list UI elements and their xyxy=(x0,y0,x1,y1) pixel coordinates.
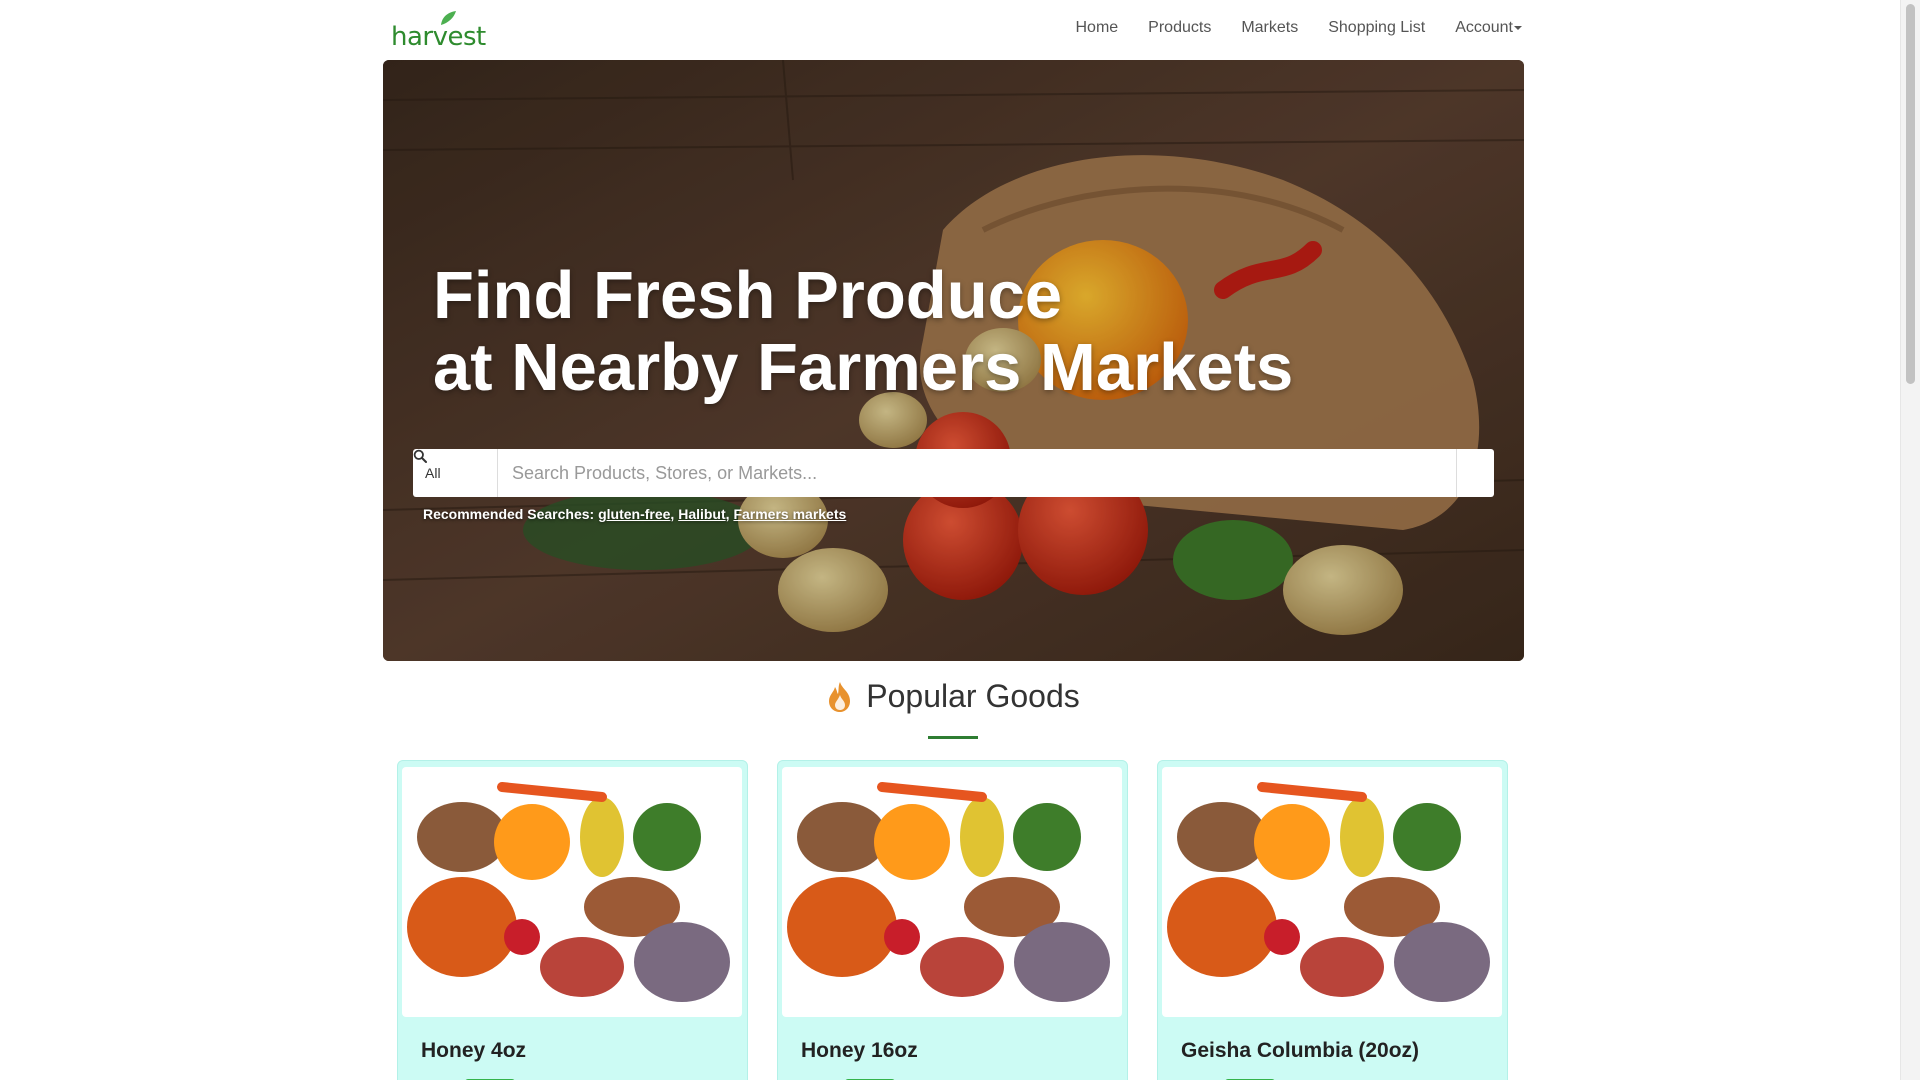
recommended-link-farmers-markets[interactable]: Farmers markets xyxy=(733,506,846,522)
recommended-link-gluten-free[interactable]: gluten-free xyxy=(598,506,670,522)
product-name: Honey 16oz xyxy=(801,1039,918,1062)
recommended-link-halibut[interactable]: Halibut xyxy=(678,506,725,522)
product-image xyxy=(782,767,1122,1017)
hero-title-line-1: Find Fresh Produce xyxy=(433,258,1063,333)
recommended-label: Recommended Searches: xyxy=(423,506,595,522)
section-divider xyxy=(928,736,978,739)
search-icon xyxy=(413,449,427,463)
search-input[interactable] xyxy=(498,449,1456,497)
product-image xyxy=(402,767,742,1017)
logo[interactable]: harvest xyxy=(391,11,486,52)
search-button[interactable] xyxy=(413,449,1494,497)
nav-products[interactable]: Products xyxy=(1148,19,1211,37)
scrollbar-thumb[interactable] xyxy=(1906,4,1915,384)
page-scrollbar[interactable] xyxy=(1900,0,1920,1080)
account-label: Account xyxy=(1455,19,1513,36)
product-image xyxy=(1162,767,1502,1017)
product-name: Honey 4oz xyxy=(421,1039,527,1062)
fire-icon xyxy=(829,681,851,712)
logo-text: harvest xyxy=(391,22,486,52)
nav-markets[interactable]: Markets xyxy=(1241,19,1298,37)
nav-links: Home Products Markets Shopping List Acco… xyxy=(1075,0,1522,56)
popular-goods-header: Popular Goods xyxy=(0,678,1906,715)
popular-goods-title: Popular Goods xyxy=(866,678,1080,714)
navbar: harvest Home Products Markets Shopping L… xyxy=(0,0,1900,60)
nav-home[interactable]: Home xyxy=(1075,19,1118,37)
caret-down-icon xyxy=(1514,25,1522,30)
hero-banner: Find Fresh Produce at Nearby Farmers Mar… xyxy=(383,60,1524,661)
nav-shopping-list[interactable]: Shopping List xyxy=(1328,19,1425,37)
leaf-icon xyxy=(441,11,456,25)
product-card[interactable]: Geisha Columbia (20oz) xyxy=(1157,760,1508,1080)
product-name: Geisha Columbia (20oz) xyxy=(1181,1039,1420,1062)
product-card[interactable]: Honey 16oz xyxy=(777,760,1128,1080)
recommended-searches: Recommended Searches: gluten-free, Halib… xyxy=(423,506,847,522)
product-card[interactable]: Honey 4oz xyxy=(397,760,748,1080)
hero-title-line-2: at Nearby Farmers Markets xyxy=(433,330,1294,405)
search-bar: All xyxy=(413,449,1494,497)
hero-title: Find Fresh Produce at Nearby Farmers Mar… xyxy=(433,260,1293,404)
nav-account-dropdown[interactable]: Account xyxy=(1455,19,1522,37)
